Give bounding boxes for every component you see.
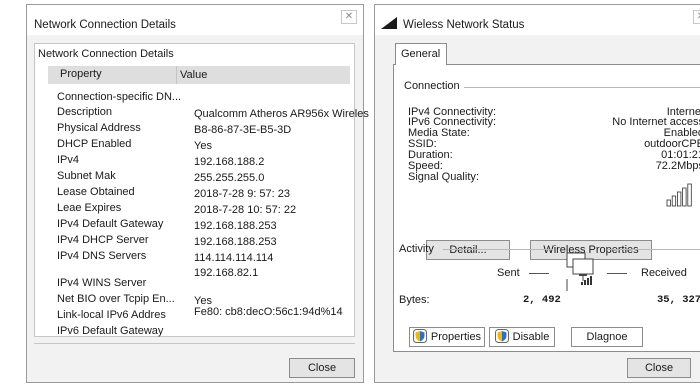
property-value: 255.255.255.0 (194, 172, 265, 184)
details-panel: Network Connection Details Property Valu… (34, 43, 369, 337)
panel-label: Network Connection Details (38, 48, 174, 60)
table-row[interactable]: IPv4 DHCP Server 192.168.188.253 (48, 234, 350, 248)
window-title: Network Connection Details (34, 19, 176, 31)
received-line (607, 273, 627, 274)
shield-icon (494, 329, 509, 343)
shield-icon (412, 329, 427, 343)
property-value: 2018-7-28 10: 57: 22 (194, 204, 297, 216)
table-row[interactable]: IPv4 WINS Server (48, 277, 350, 291)
property-name: Connection-specific DN... (57, 91, 182, 103)
titlebar: Network Connection Details ✕ (27, 5, 363, 35)
group-divider (458, 87, 700, 88)
table-row[interactable]: Leae Expires 2018-7-28 10: 57: 22 (48, 202, 350, 216)
disable-button-label: Disable (512, 331, 550, 343)
column-header-property[interactable]: Property (60, 68, 102, 80)
property-name: IPv4 Default Gateway (57, 218, 164, 230)
column-header-value[interactable]: Value (176, 66, 207, 84)
property-name: Subnet Mak (57, 170, 116, 182)
signal-quality-icon (666, 183, 692, 207)
diagnose-button[interactable]: Dlagnoe (571, 327, 643, 347)
property-value: Yes (194, 140, 212, 152)
bytes-label: Bytes: (399, 294, 430, 306)
wireless-signal-icon (381, 17, 397, 29)
general-tab-panel: Connection IPv4 Connectivity: Internet I… (393, 64, 700, 352)
info-row: Signal Quality: (408, 171, 700, 184)
properties-button[interactable]: Properties (409, 327, 485, 347)
close-button[interactable]: Close (289, 358, 355, 378)
property-name: Description (57, 106, 113, 118)
tab-general[interactable]: General (395, 43, 447, 65)
window-title: Wieless Network Status (403, 19, 525, 31)
titlebar: Wieless Network Status ✕ (375, 5, 700, 35)
network-connection-details-dialog: Network Connection Details ✕ Network Con… (26, 4, 369, 383)
signal-bar (682, 187, 687, 207)
activity-group-label: Activity (399, 243, 434, 255)
table-row[interactable]: Physical Address B8-86-87-3E-B5-3D (48, 122, 350, 136)
divider (34, 343, 355, 344)
signal-bar (671, 195, 677, 207)
property-value: 192.168.188.2 (194, 156, 265, 168)
activity-divider-right (607, 249, 700, 250)
property-name: IPv4 WINS Server (57, 277, 147, 289)
disable-button[interactable]: Disable (489, 327, 555, 347)
property-value: 192.168.188.253 (194, 236, 277, 248)
table-header: Property Value (48, 66, 350, 84)
property-name: IPv4 (57, 154, 80, 166)
property-value: 192.168.188.253 (194, 220, 277, 232)
close-icon[interactable]: ✕ (341, 10, 357, 24)
signal-quality-label: Signal Quality: (408, 171, 479, 183)
received-label: Received (641, 267, 687, 279)
signal-bar (676, 191, 682, 207)
table-row[interactable]: Description Qualcomm Atheros AR956x Wire… (48, 106, 369, 120)
property-name: IPv6 Default Gateway (57, 325, 164, 337)
close-icon[interactable]: ✕ (693, 10, 700, 24)
property-name: IPv4 DNS Servers (57, 250, 147, 262)
property-value: 2018-7-28 9: 57: 23 (194, 188, 291, 200)
property-name: Physical Address (57, 122, 141, 134)
table-row[interactable]: Link-local IPv6 Addres (48, 309, 350, 323)
property-name: Lease Obtained (57, 186, 135, 198)
connection-group-label: Connection (404, 80, 464, 92)
table-row[interactable]: Connection-specific DN... (48, 91, 350, 105)
property-value: B8-86-87-3E-B5-3D (194, 124, 292, 136)
table-row[interactable]: IPv4 Default Gateway 192.168.188.253 (48, 218, 350, 232)
properties-button-label: Properties (430, 331, 482, 343)
wireless-network-status-dialog: Wieless Network Status ✕ General Connect… (374, 4, 700, 383)
property-name: Link-local IPv6 Addres (57, 309, 166, 321)
property-value: 114.114.114.114 (194, 252, 274, 264)
bytes-received-value: 35, 327 (657, 294, 700, 306)
property-name: IPv4 DHCP Server (57, 234, 149, 246)
details-table: Property Value Connection-specific DN...… (48, 66, 369, 337)
table-row[interactable]: DHCP Enabled Yes (48, 138, 350, 152)
network-computers-icon (566, 252, 594, 291)
property-name: DHCP Enabled (57, 138, 132, 150)
bytes-sent-value: 2, 492 (523, 294, 561, 306)
table-row[interactable]: IPv6 Default Gateway (48, 325, 350, 339)
property-value: Qualcomm Atheros AR956x Wireles (194, 108, 369, 120)
sent-label: Sent (497, 267, 520, 279)
signal-bar (687, 183, 692, 207)
table-row[interactable]: IPv4 DNS Servers 114.114.114.114 (48, 250, 350, 264)
activity-divider-left (443, 249, 553, 250)
signal-bar (666, 199, 671, 207)
table-row[interactable]: IPv4 192.168.188.2 (48, 154, 350, 168)
details-button[interactable]: Detail... (426, 240, 510, 260)
sent-line (529, 273, 549, 274)
property-name: Leae Expires (57, 202, 122, 214)
close-button[interactable]: Close (627, 358, 691, 378)
table-row[interactable]: Lease Obtained 2018-7-28 9: 57: 23 (48, 186, 350, 200)
table-row[interactable]: Subnet Mak 255.255.255.0 (48, 170, 350, 184)
